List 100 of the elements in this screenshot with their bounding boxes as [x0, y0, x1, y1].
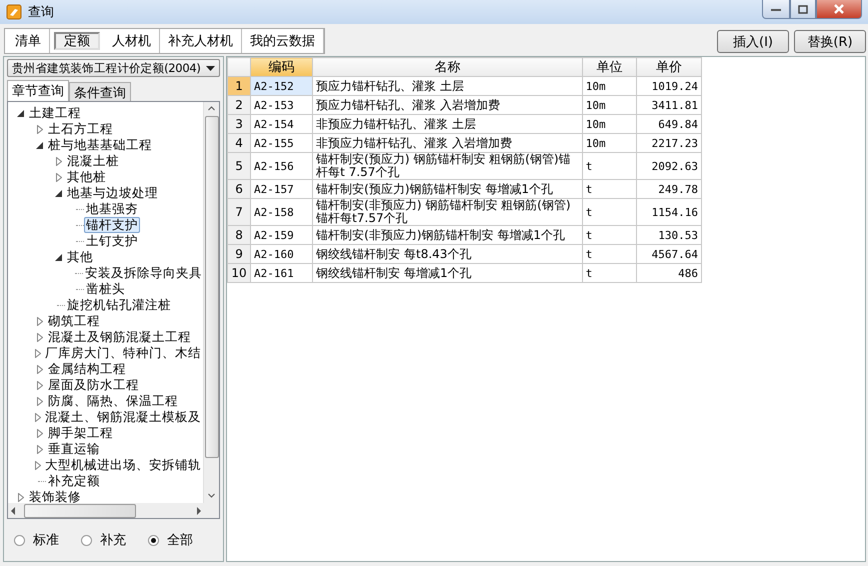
- tree-item[interactable]: 装饰装修: [27, 489, 83, 504]
- table-cell: A2-156: [250, 152, 313, 180]
- expanded-arrow-icon[interactable]: [55, 190, 62, 197]
- tree-item[interactable]: 其他桩: [65, 169, 108, 186]
- horizontal-scrollbar[interactable]: [8, 503, 204, 518]
- table-cell: 486: [636, 264, 702, 282]
- row-number[interactable]: 5: [228, 152, 251, 180]
- table-cell: 钢绞线锚杆制安 每t8.43个孔: [312, 244, 582, 264]
- table-cell: 130.53: [636, 226, 702, 244]
- collapsed-arrow-icon[interactable]: [36, 316, 42, 326]
- table-cell: 锚杆制安(非预应力) 钢筋锚杆制安 粗钢筋(钢管)锚杆每t7.57个孔: [312, 198, 582, 226]
- column-header[interactable]: 编码: [250, 58, 313, 76]
- expanded-arrow-icon[interactable]: [55, 254, 62, 261]
- collapsed-arrow-icon[interactable]: [36, 332, 42, 342]
- tree-item[interactable]: 厂库房大门、特种门、木结: [43, 345, 203, 362]
- column-header[interactable]: 单位: [582, 58, 636, 76]
- expanded-arrow-icon[interactable]: [36, 142, 43, 149]
- table-cell: A2-161: [250, 264, 313, 282]
- tab[interactable]: 清单: [7, 29, 50, 53]
- close-button[interactable]: [816, 0, 862, 19]
- collapsed-arrow-icon[interactable]: [35, 460, 41, 470]
- tree-item[interactable]: 砌筑工程: [46, 313, 102, 330]
- table-cell: 非预应力锚杆钻孔、灌浆 入岩增加费: [312, 134, 582, 152]
- table-cell: t: [582, 198, 636, 226]
- table-cell: 10m: [582, 114, 636, 134]
- tab[interactable]: 章节查询: [7, 80, 69, 102]
- tree-item[interactable]: 安装及拆除导向夹具: [83, 265, 203, 282]
- collapsed-arrow-icon[interactable]: [36, 380, 42, 390]
- table-cell: 锚杆制安(预应力) 钢筋锚杆制安 粗钢筋(钢管)锚杆每t 7.57个孔: [312, 152, 582, 180]
- tree-item[interactable]: 混凝土桩: [65, 153, 121, 170]
- collapsed-arrow-icon[interactable]: [36, 396, 42, 406]
- tab[interactable]: 定额: [54, 32, 100, 50]
- tree-item[interactable]: 大型机械进出场、安拆铺轨: [43, 457, 203, 474]
- tree-item[interactable]: 地基与边坡处理: [65, 185, 160, 202]
- row-number[interactable]: 9: [228, 244, 251, 264]
- quota-dropdown[interactable]: 贵州省建筑装饰工程计价定额(2004): [7, 59, 220, 78]
- radio-label[interactable]: 标准: [33, 531, 59, 550]
- radio-button[interactable]: [14, 534, 25, 546]
- table-cell: A2-160: [250, 244, 313, 264]
- table-cell: A2-154: [250, 114, 313, 134]
- row-number[interactable]: 8: [228, 226, 251, 244]
- collapsed-arrow-icon[interactable]: [56, 156, 62, 166]
- tree-item[interactable]: 桩与地基基础工程: [46, 137, 154, 154]
- minimize-button[interactable]: [762, 0, 790, 19]
- table-cell: t: [582, 226, 636, 244]
- tab[interactable]: 条件查询: [69, 82, 131, 102]
- tree-item[interactable]: 补充定额: [46, 473, 102, 490]
- tab[interactable]: 补充人材机: [160, 29, 242, 53]
- row-number[interactable]: 6: [228, 180, 251, 198]
- table-cell: A2-158: [250, 198, 313, 226]
- tree-item[interactable]: 凿桩头: [84, 281, 127, 298]
- row-number[interactable]: 2: [228, 96, 251, 114]
- tree-item[interactable]: 金属结构工程: [46, 361, 128, 378]
- column-header[interactable]: 单价: [636, 58, 702, 76]
- table-cell: t: [582, 264, 636, 282]
- radio-button[interactable]: [148, 534, 159, 546]
- radio-button[interactable]: [81, 534, 92, 546]
- tree-item[interactable]: 旋挖机钻孔灌注桩: [65, 297, 173, 314]
- tree-item[interactable]: 防腐、隔热、保温工程: [46, 393, 180, 410]
- tree-item[interactable]: 垂直运输: [46, 441, 102, 458]
- collapsed-arrow-icon[interactable]: [36, 444, 42, 454]
- tab[interactable]: 我的云数据: [242, 29, 324, 53]
- row-number[interactable]: 1: [228, 76, 251, 96]
- row-number[interactable]: 7: [228, 198, 251, 226]
- maximize-icon: [798, 4, 808, 14]
- vertical-scrollbar[interactable]: [203, 102, 219, 504]
- toolbar-button[interactable]: 替换(R): [794, 30, 866, 53]
- toolbar-button[interactable]: 插入(I): [717, 30, 789, 53]
- tree-item[interactable]: 土石方工程: [46, 121, 115, 138]
- row-number[interactable]: 4: [228, 134, 251, 152]
- collapsed-arrow-icon[interactable]: [18, 492, 24, 502]
- expanded-arrow-icon[interactable]: [17, 110, 24, 117]
- tree-item[interactable]: 地基强夯: [84, 201, 140, 218]
- tree-item[interactable]: 脚手架工程: [46, 425, 115, 442]
- tree-item[interactable]: 其他: [65, 249, 95, 266]
- collapsed-arrow-icon[interactable]: [36, 428, 42, 438]
- collapsed-arrow-icon[interactable]: [36, 364, 42, 374]
- table-cell: t: [582, 152, 636, 180]
- row-number[interactable]: 3: [228, 114, 251, 134]
- tree-item[interactable]: 土钉支护: [84, 233, 140, 250]
- collapsed-arrow-icon[interactable]: [35, 412, 41, 422]
- row-number[interactable]: 10: [228, 264, 251, 282]
- tree-item[interactable]: 土建工程: [27, 105, 83, 122]
- tree-item[interactable]: 锚杆支护: [84, 217, 140, 234]
- tree-item[interactable]: 混凝土、钢筋混凝土模板及: [43, 409, 203, 426]
- table-cell: 3411.81: [636, 96, 702, 114]
- radio-label[interactable]: 补充: [100, 531, 126, 550]
- column-header[interactable]: 名称: [312, 58, 582, 76]
- table-cell: 1019.24: [636, 76, 702, 96]
- table-cell: 预应力锚杆钻孔、灌浆 土层: [312, 76, 582, 96]
- maximize-button[interactable]: [790, 0, 816, 19]
- tree-item[interactable]: 屋面及防水工程: [46, 377, 141, 394]
- table-cell: A2-157: [250, 180, 313, 198]
- tab[interactable]: 人材机: [104, 29, 160, 53]
- collapsed-arrow-icon[interactable]: [56, 172, 62, 182]
- collapsed-arrow-icon[interactable]: [35, 348, 41, 358]
- collapsed-arrow-icon[interactable]: [36, 124, 42, 134]
- tree-item[interactable]: 混凝土及钢筋混凝土工程: [46, 329, 193, 346]
- caret-icon: [206, 66, 215, 71]
- radio-label[interactable]: 全部: [167, 531, 193, 550]
